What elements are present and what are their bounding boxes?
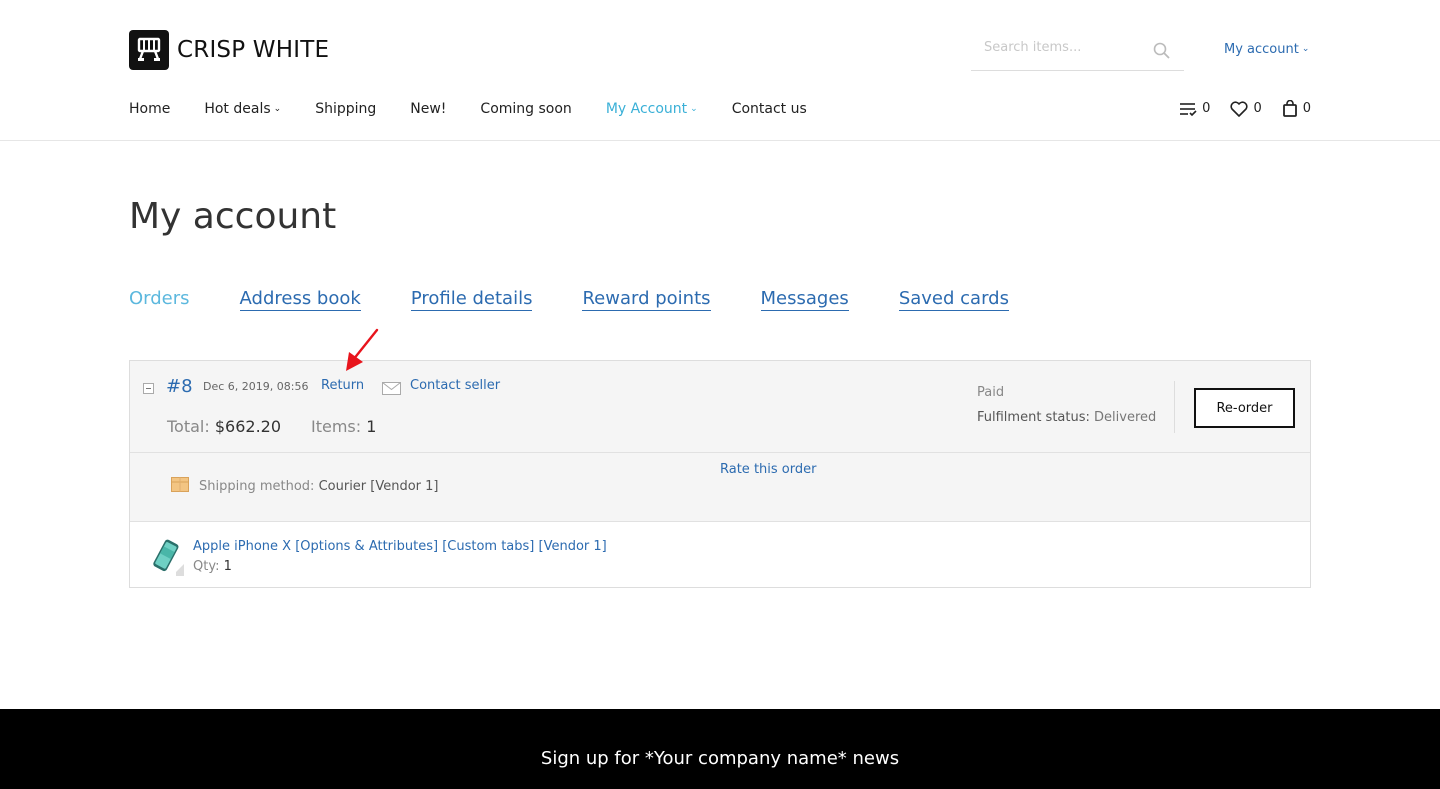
compare-button[interactable]: 0 (1179, 101, 1210, 117)
collapse-icon[interactable] (143, 383, 154, 394)
tab-reward-points[interactable]: Reward points (582, 288, 711, 311)
nav-contact-us[interactable]: Contact us (732, 101, 807, 117)
shipping-method: Shipping method: Courier [Vendor 1] (199, 479, 439, 494)
order-number-link[interactable]: #8 (166, 376, 193, 397)
total-label: Total: (167, 417, 210, 436)
logo-text: CRISP WHITE (177, 37, 330, 63)
order-date: Dec 6, 2019, 08:56 (203, 380, 309, 393)
search-icon[interactable] (1153, 42, 1170, 63)
compare-list-icon (1180, 102, 1197, 116)
wishlist-count: 0 (1253, 101, 1262, 116)
search-box (971, 30, 1184, 71)
nav-my-account-label: My Account (605, 101, 688, 117)
product-thumbnail[interactable] (148, 536, 184, 580)
qty-value: 1 (223, 559, 232, 574)
main-nav: Home Hot deals ⌄ Shipping New! Coming soo… (129, 101, 841, 117)
chevron-down-icon: ⌄ (690, 104, 698, 114)
nav-shipping[interactable]: Shipping (315, 101, 376, 117)
tab-orders[interactable]: Orders (129, 288, 190, 311)
fulfilment-value: Delivered (1094, 410, 1157, 425)
nav-coming-soon[interactable]: Coming soon (480, 101, 571, 117)
order-header: #8 Dec 6, 2019, 08:56 Return Contact sel… (130, 361, 1310, 452)
envelope-icon (382, 380, 401, 399)
contact-seller-link[interactable]: Contact seller (410, 378, 500, 393)
nav-home[interactable]: Home (129, 101, 170, 117)
reorder-button[interactable]: Re-order (1194, 388, 1295, 428)
my-account-dropdown[interactable]: My account ⌄ (1224, 42, 1309, 57)
my-account-label: My account (1224, 42, 1299, 57)
logo-cart-icon (129, 30, 169, 70)
package-icon (171, 477, 189, 496)
chevron-down-icon: ⌄ (1301, 44, 1310, 54)
order-total: Total: $662.20 (167, 417, 281, 436)
chevron-down-icon: ⌄ (273, 104, 282, 114)
items-value: 1 (366, 417, 377, 436)
order-card: #8 Dec 6, 2019, 08:56 Return Contact sel… (129, 328, 1311, 588)
product-quantity: Qty: 1 (193, 559, 232, 574)
heart-icon (1230, 100, 1248, 117)
cart-button[interactable]: 0 (1282, 100, 1311, 117)
nav-new[interactable]: New! (410, 101, 446, 117)
shopping-bag-icon (1282, 100, 1297, 117)
nav-hot-deals[interactable]: Hot deals ⌄ (204, 101, 281, 117)
order-shipping-row: Shipping method: Courier [Vendor 1] Rate… (130, 452, 1310, 522)
shipping-label: Shipping method: (199, 479, 315, 494)
cart-count: 0 (1302, 101, 1311, 116)
shipping-value: Courier [Vendor 1] (318, 479, 439, 494)
tab-profile-details[interactable]: Profile details (410, 288, 533, 311)
payment-status: Paid (977, 385, 1005, 400)
status-divider (1174, 381, 1175, 433)
nav-my-account[interactable]: My Account ⌄ (606, 101, 698, 117)
qty-label: Qty: (193, 559, 220, 574)
header-divider (0, 140, 1440, 141)
page-title: My account (129, 196, 337, 237)
compare-count: 0 (1202, 101, 1211, 116)
total-value: $662.20 (214, 417, 282, 436)
annotation-arrow-icon (341, 328, 381, 378)
tab-address-book[interactable]: Address book (239, 288, 361, 311)
product-link[interactable]: Apple iPhone X [Options & Attributes] [C… (193, 539, 607, 554)
rate-order-link[interactable]: Rate this order (720, 462, 816, 477)
items-label: Items: (311, 417, 362, 436)
fulfilment-label: Fulfilment status: (977, 410, 1090, 425)
return-link[interactable]: Return (321, 378, 364, 393)
search-input[interactable] (984, 40, 1154, 55)
logo[interactable]: CRISP WHITE (129, 30, 329, 70)
header-icons: 0 0 0 (1159, 100, 1311, 117)
footer: Sign up for *Your company name* news (0, 709, 1440, 789)
order-items: Items: 1 (311, 417, 376, 436)
account-tabs: Orders Address book Profile details Rewa… (129, 288, 1059, 311)
nav-hot-deals-label: Hot deals (204, 101, 271, 117)
wishlist-button[interactable]: 0 (1230, 100, 1262, 117)
tab-saved-cards[interactable]: Saved cards (898, 288, 1009, 311)
fulfilment-status: Fulfilment status: Delivered (977, 410, 1156, 425)
newsletter-title: Sign up for *Your company name* news (540, 748, 900, 769)
tab-messages[interactable]: Messages (760, 288, 849, 311)
